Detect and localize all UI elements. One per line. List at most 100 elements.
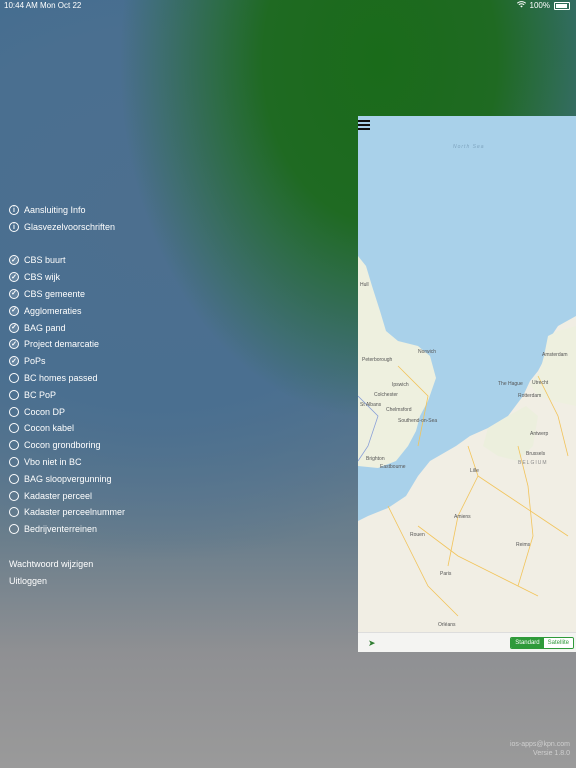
status-bar: 10:44 AM Mon Oct 22 100%: [0, 0, 576, 12]
map-label: Colchester: [374, 392, 398, 398]
layer-label: Vbo niet in BC: [24, 456, 82, 467]
layer-label: CBS wijk: [24, 272, 61, 283]
layer-label: Cocon grondboring: [24, 440, 101, 451]
hamburger-menu-icon[interactable]: [358, 120, 370, 130]
layer-toggle-pops[interactable]: ✓ PoPs: [9, 353, 125, 370]
menu-item-label: Aansluiting Info: [24, 205, 86, 216]
map-label: Reims: [516, 542, 531, 548]
location-arrow-icon[interactable]: ➤: [368, 638, 376, 649]
layer-label: Bedrijventerreinen: [24, 524, 98, 535]
map-label: Amiens: [454, 514, 471, 520]
map-label: Norwich: [418, 349, 437, 355]
map-label: Rotterdam: [518, 393, 542, 399]
map-label: Peterborough: [362, 357, 393, 363]
layer-toggle-cocon-kabel[interactable]: Cocon kabel: [9, 420, 125, 437]
map-view[interactable]: North Sea Hull Peterborough Norwich Ipsw…: [358, 116, 576, 632]
info-icon: i: [9, 205, 19, 216]
checkmark-circle-icon: ✓: [9, 356, 19, 367]
checkmark-circle-icon: ✓: [9, 339, 19, 350]
map-label: BELGIUM: [518, 460, 548, 466]
status-date: Mon Oct 22: [40, 1, 82, 10]
map-toolbar: ➤ Standard Satellite: [358, 632, 576, 652]
map-label: Antwerp: [530, 431, 549, 437]
support-email: ios-apps@kpn.com: [509, 741, 570, 748]
layer-label: BAG sloopvergunning: [24, 473, 112, 484]
layer-toggle-cocon-dp[interactable]: Cocon DP: [9, 403, 125, 420]
map-label: Paris: [440, 571, 452, 577]
map-label: Brussels: [526, 451, 546, 457]
checkmark-circle-icon: ✓: [9, 288, 19, 299]
layer-toggle-agglomeraties[interactable]: ✓ Agglomeraties: [9, 302, 125, 319]
status-right: 100%: [516, 0, 570, 12]
layer-label: BC homes passed: [24, 372, 98, 383]
layer-toggle-bc-homes-passed[interactable]: BC homes passed: [9, 370, 125, 387]
map-type-standard[interactable]: Standard: [511, 638, 544, 648]
empty-circle-icon: [9, 507, 19, 518]
layer-toggle-bedrijventerreinen[interactable]: Bedrijventerreinen: [9, 521, 125, 538]
info-icon: i: [9, 222, 19, 233]
layer-toggle-cocon-grondboring[interactable]: Cocon grondboring: [9, 437, 125, 454]
map-label: Brighton: [366, 456, 385, 462]
layer-label: Cocon kabel: [24, 423, 75, 434]
layer-label: Project demarcatie: [24, 339, 100, 350]
layer-toggle-kadaster-perceelnummer[interactable]: Kadaster perceelnummer: [9, 504, 125, 521]
checkmark-circle-icon: ✓: [9, 255, 19, 266]
map-label: Southend-on-Sea: [398, 418, 438, 424]
map-label: Orléans: [438, 622, 456, 628]
map-label: Hull: [360, 282, 369, 288]
wifi-icon: [516, 0, 526, 12]
layer-menu: ✓ CBS buurt ✓ CBS wijk ✓ CBS gemeente ✓ Aggl…: [9, 252, 125, 538]
layer-label: BC PoP: [24, 389, 57, 400]
app-version: Versie 1.8.0: [533, 750, 570, 757]
empty-circle-icon: [9, 372, 19, 383]
menu-item-glasvezelvoorschriften[interactable]: i Glasvezelvoorschriften: [9, 219, 115, 236]
map-label: St Albans: [360, 402, 382, 408]
battery-icon: [554, 2, 570, 10]
account-menu: Wachtwoord wijzigen Uitloggen: [9, 556, 93, 590]
logout-link[interactable]: Uitloggen: [9, 573, 93, 590]
layer-toggle-kadaster-perceel[interactable]: Kadaster perceel: [9, 487, 125, 504]
layer-label: PoPs: [24, 356, 46, 367]
layer-label: BAG pand: [24, 322, 66, 333]
map-label: Rouen: [410, 532, 425, 538]
map-label: North Sea: [453, 144, 485, 150]
map-land-svg: [358, 256, 576, 632]
layer-label: CBS gemeente: [24, 288, 86, 299]
layer-toggle-vbo-niet-in-bc[interactable]: Vbo niet in BC: [9, 454, 125, 471]
map-panel[interactable]: North Sea Hull Peterborough Norwich Ipsw…: [358, 116, 576, 652]
map-type-segmented-control[interactable]: Standard Satellite: [510, 637, 574, 649]
layer-toggle-bc-pop[interactable]: BC PoP: [9, 386, 125, 403]
checkmark-circle-icon: ✓: [9, 272, 19, 283]
layer-toggle-cbs-buurt[interactable]: ✓ CBS buurt: [9, 252, 125, 269]
battery-percent: 100%: [529, 1, 550, 10]
empty-circle-icon: [9, 389, 19, 400]
map-label: Amsterdam: [542, 352, 568, 358]
map-label: Lille: [470, 468, 479, 474]
status-time: 10:44 AM: [4, 1, 38, 10]
layer-toggle-bag-pand[interactable]: ✓ BAG pand: [9, 319, 125, 336]
layer-label: Cocon DP: [24, 406, 66, 417]
map-label: Chelmsford: [386, 407, 412, 413]
menu-item-label: Glasvezelvoorschriften: [24, 222, 116, 233]
info-menu: i Aansluiting Info i Glasvezelvoorschrif…: [9, 202, 115, 236]
empty-circle-icon: [9, 440, 19, 451]
checkmark-circle-icon: ✓: [9, 305, 19, 316]
layer-label: Kadaster perceel: [24, 490, 93, 501]
menu-item-aansluiting-info[interactable]: i Aansluiting Info: [9, 202, 115, 219]
map-type-satellite[interactable]: Satellite: [543, 638, 573, 648]
checkmark-circle-icon: ✓: [9, 322, 19, 333]
layer-label: Agglomeraties: [24, 305, 82, 316]
empty-circle-icon: [9, 490, 19, 501]
empty-circle-icon: [9, 524, 19, 535]
layer-toggle-cbs-wijk[interactable]: ✓ CBS wijk: [9, 269, 125, 286]
empty-circle-icon: [9, 423, 19, 434]
change-password-link[interactable]: Wachtwoord wijzigen: [9, 556, 93, 573]
layer-toggle-project-demarcatie[interactable]: ✓ Project demarcatie: [9, 336, 125, 353]
empty-circle-icon: [9, 456, 19, 467]
layer-label: Kadaster perceelnummer: [24, 507, 126, 518]
empty-circle-icon: [9, 406, 19, 417]
layer-toggle-cbs-gemeente[interactable]: ✓ CBS gemeente: [9, 286, 125, 303]
map-label: Ipswich: [392, 382, 409, 388]
map-label: Utrecht: [532, 380, 549, 386]
layer-toggle-bag-sloopvergunning[interactable]: BAG sloopvergunning: [9, 470, 125, 487]
